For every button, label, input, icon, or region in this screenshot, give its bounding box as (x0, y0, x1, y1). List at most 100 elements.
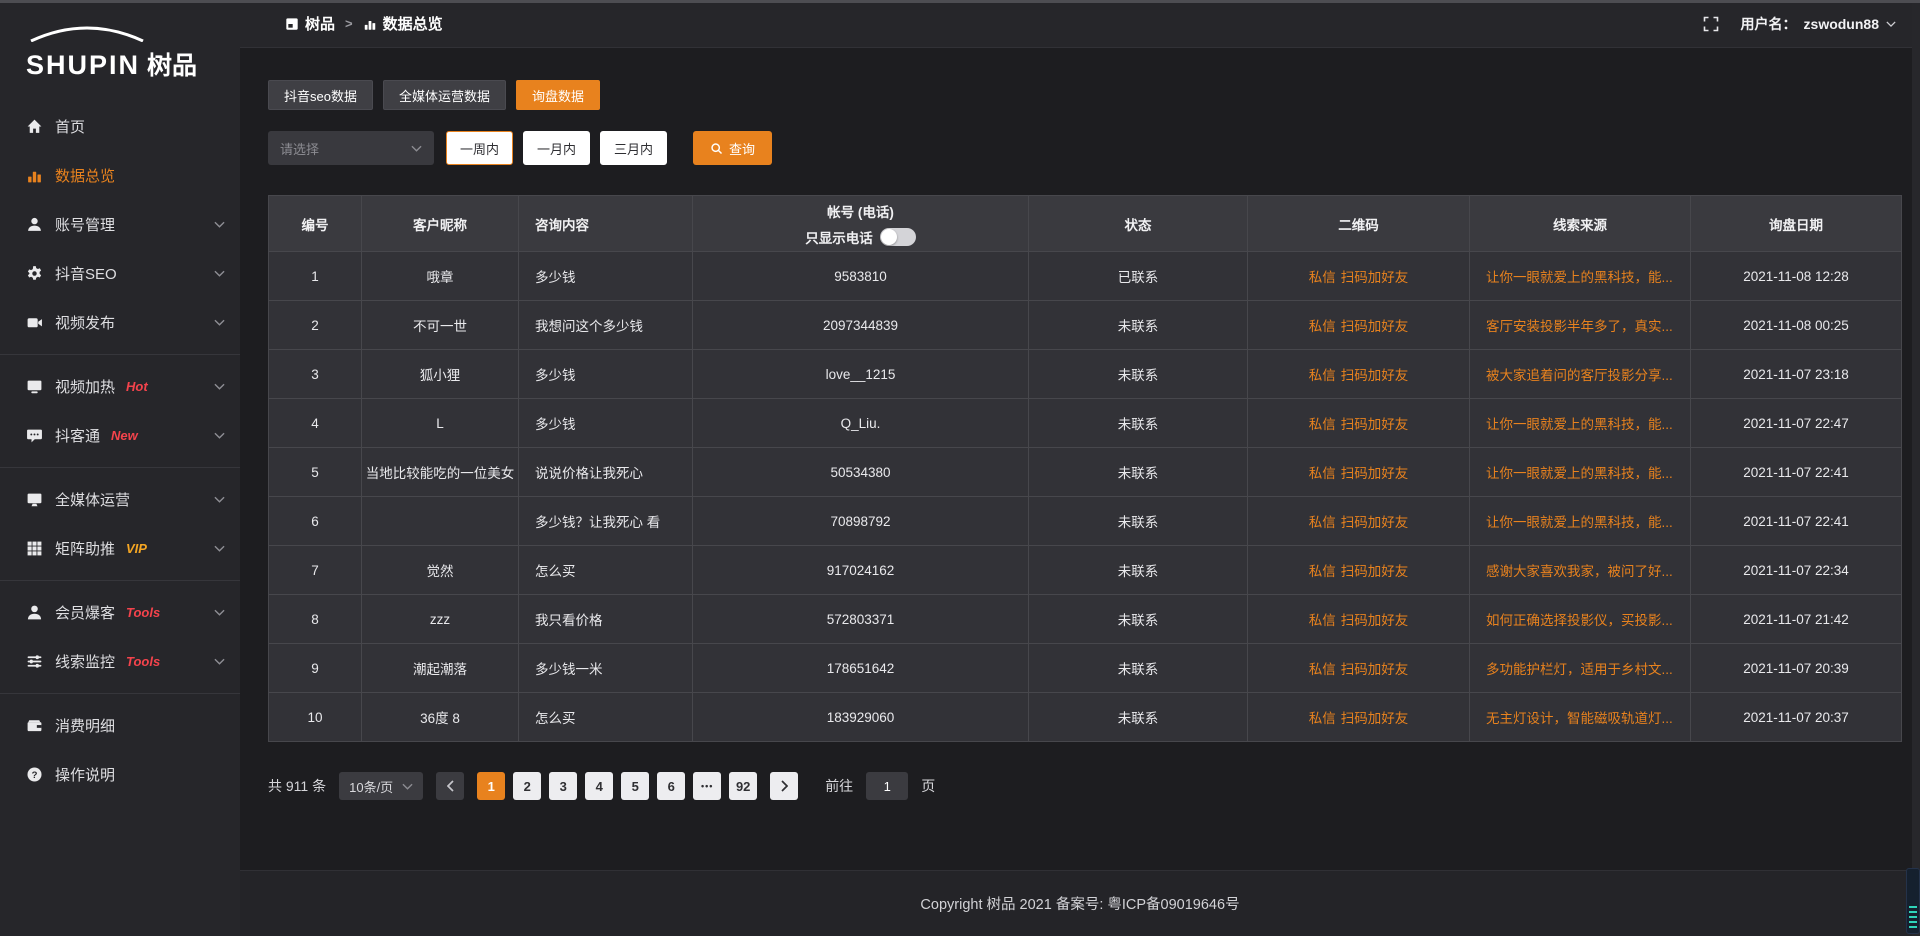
tab-media-ops-data[interactable]: 全媒体运营数据 (383, 80, 506, 110)
sidebar-item-leads-monitor[interactable]: 线索监控Tools (0, 637, 240, 686)
widget-line (1909, 921, 1917, 923)
qr-link-private-message[interactable]: 私信 (1309, 711, 1336, 726)
source-link[interactable]: 让你一眼就爱上的黑科技，能... (1486, 466, 1673, 481)
cell-source: 让你一眼就爱上的黑科技，能... (1470, 448, 1691, 497)
logo-brand: SHUPIN (26, 50, 140, 80)
source-link[interactable]: 被大家追着问的客厅投影分享... (1486, 368, 1673, 383)
sidebar-item-home[interactable]: 首页 (0, 102, 240, 151)
sidebar-item-account-manage[interactable]: 账号管理 (0, 200, 240, 249)
qr-link-private-message[interactable]: 私信 (1309, 564, 1336, 579)
qr-link-private-message[interactable]: 私信 (1309, 270, 1336, 285)
cell-source: 无主灯设计，智能磁吸轨道灯... (1470, 693, 1691, 742)
source-link[interactable]: 让你一眼就爱上的黑科技，能... (1486, 270, 1673, 285)
page-list: 123456 ••• 92 (477, 772, 757, 800)
goto-page-input[interactable] (866, 772, 908, 800)
cell-account: 2097344839 (693, 301, 1029, 350)
cell-nickname: 潮起潮落 (362, 644, 519, 693)
qr-link-private-message[interactable]: 私信 (1309, 417, 1336, 432)
source-link[interactable]: 多功能护栏灯，适用于乡村文... (1486, 662, 1673, 677)
page-button-4[interactable]: 4 (585, 772, 613, 800)
screen-icon (26, 491, 43, 508)
range-button-quarter[interactable]: 三月内 (600, 131, 667, 165)
qr-link-private-message[interactable]: 私信 (1309, 515, 1336, 530)
source-link[interactable]: 让你一眼就爱上的黑科技，能... (1486, 417, 1673, 432)
help-icon: ? (26, 766, 43, 783)
qr-link-add-friend[interactable]: 扫码加好友 (1341, 564, 1409, 579)
cell-qrcode: 私信扫码加好友 (1248, 350, 1470, 399)
page-button-92[interactable]: 92 (729, 772, 757, 800)
tab-inquiry-data[interactable]: 询盘数据 (516, 80, 600, 110)
cell-nickname: 当地比较能吃的一位美女 (362, 448, 519, 497)
phone-only-toggle[interactable] (880, 228, 916, 246)
sidebar-item-douketong[interactable]: 抖客通New (0, 411, 240, 460)
prev-page-button[interactable] (436, 772, 464, 800)
qr-link-private-message[interactable]: 私信 (1309, 613, 1336, 628)
source-link[interactable]: 客厅安装投影半年多了，真实... (1486, 319, 1673, 334)
qr-link-add-friend[interactable]: 扫码加好友 (1341, 270, 1409, 285)
user-area: 用户名：zswodun88 (1703, 14, 1896, 34)
table-row: 8zzz我只看价格572803371未联系私信扫码加好友如何正确选择投影仪，买投… (269, 595, 1902, 644)
page-button-1[interactable]: 1 (477, 772, 505, 800)
tab-douyin-seo-data[interactable]: 抖音seo数据 (268, 80, 373, 110)
cell-nickname: 36度 8 (362, 693, 519, 742)
sidebar-item-expense-detail[interactable]: 消费明细 (0, 701, 240, 750)
panel-icon (285, 17, 299, 31)
sidebar-divider (0, 354, 240, 355)
sidebar-item-data-overview[interactable]: 数据总览 (0, 151, 240, 200)
sidebar-item-help[interactable]: ?操作说明 (0, 750, 240, 799)
scrollbar-track[interactable] (1912, 0, 1920, 936)
cell-account: 178651642 (693, 644, 1029, 693)
cell-id: 1 (269, 252, 362, 301)
fullscreen-icon[interactable] (1703, 16, 1719, 32)
qr-link-add-friend[interactable]: 扫码加好友 (1341, 417, 1409, 432)
breadcrumb-item-data-overview[interactable]: 数据总览 (363, 13, 443, 34)
qr-link-add-friend[interactable]: 扫码加好友 (1341, 613, 1409, 628)
cell-source: 多功能护栏灯，适用于乡村文... (1470, 644, 1691, 693)
user-menu[interactable]: 用户名：zswodun88 (1741, 14, 1896, 34)
sidebar-item-matrix-boost[interactable]: 矩阵助推VIP (0, 524, 240, 573)
member-icon (26, 604, 43, 621)
qr-link-private-message[interactable]: 私信 (1309, 319, 1336, 334)
sidebar-item-member-burst[interactable]: 会员爆客Tools (0, 588, 240, 637)
page-button-5[interactable]: 5 (621, 772, 649, 800)
page-button-3[interactable]: 3 (549, 772, 577, 800)
qr-link-private-message[interactable]: 私信 (1309, 466, 1336, 481)
qr-link-add-friend[interactable]: 扫码加好友 (1341, 515, 1409, 530)
page-size-select[interactable]: 10条/页 (339, 772, 423, 800)
search-button[interactable]: 查询 (693, 131, 772, 165)
source-link[interactable]: 无主灯设计，智能磁吸轨道灯... (1486, 711, 1673, 726)
sidebar: SHUPIN树品 首页数据总览账号管理抖音SEO视频发布视频加热Hot抖客通Ne… (0, 0, 240, 936)
logo[interactable]: SHUPIN树品 (0, 0, 240, 94)
sidebar-badge: New (111, 428, 138, 443)
page-button-2[interactable]: 2 (513, 772, 541, 800)
sidebar-item-label: 视频加热 (55, 376, 115, 397)
next-page-button[interactable] (770, 772, 798, 800)
sidebar-item-video-heat[interactable]: 视频加热Hot (0, 362, 240, 411)
qr-link-add-friend[interactable]: 扫码加好友 (1341, 711, 1409, 726)
qr-link-add-friend[interactable]: 扫码加好友 (1341, 319, 1409, 334)
sidebar-item-media-ops[interactable]: 全媒体运营 (0, 475, 240, 524)
sidebar-divider (0, 693, 240, 694)
source-link[interactable]: 让你一眼就爱上的黑科技，能... (1486, 515, 1673, 530)
phone-only-row: 只显示电话 (693, 227, 1028, 247)
range-button-month[interactable]: 一月内 (523, 131, 590, 165)
range-button-week[interactable]: 一周内 (446, 131, 513, 165)
qr-link-private-message[interactable]: 私信 (1309, 662, 1336, 677)
sidebar-item-video-publish[interactable]: 视频发布 (0, 298, 240, 347)
total-count: 共 911 条 (268, 776, 326, 796)
breadcrumb-item-shupin[interactable]: 树品 (285, 13, 335, 34)
page-ellipsis[interactable]: ••• (693, 772, 721, 800)
page-button-6[interactable]: 6 (657, 772, 685, 800)
source-link[interactable]: 感谢大家喜欢我家，被问了好... (1486, 564, 1673, 579)
sidebar-nav: 首页数据总览账号管理抖音SEO视频发布视频加热Hot抖客通New 全媒体运营矩阵助… (0, 94, 240, 799)
qr-link-private-message[interactable]: 私信 (1309, 368, 1336, 383)
username-value: zswodun88 (1804, 16, 1879, 32)
source-link[interactable]: 如何正确选择投影仪，买投影... (1486, 613, 1673, 628)
qr-link-add-friend[interactable]: 扫码加好友 (1341, 368, 1409, 383)
qr-link-add-friend[interactable]: 扫码加好友 (1341, 466, 1409, 481)
filter-select[interactable]: 请选择 (268, 131, 434, 165)
qr-link-add-friend[interactable]: 扫码加好友 (1341, 662, 1409, 677)
cell-account: Q_Liu. (693, 399, 1029, 448)
sidebar-item-douyin-seo[interactable]: 抖音SEO (0, 249, 240, 298)
widget-line (1909, 911, 1917, 913)
